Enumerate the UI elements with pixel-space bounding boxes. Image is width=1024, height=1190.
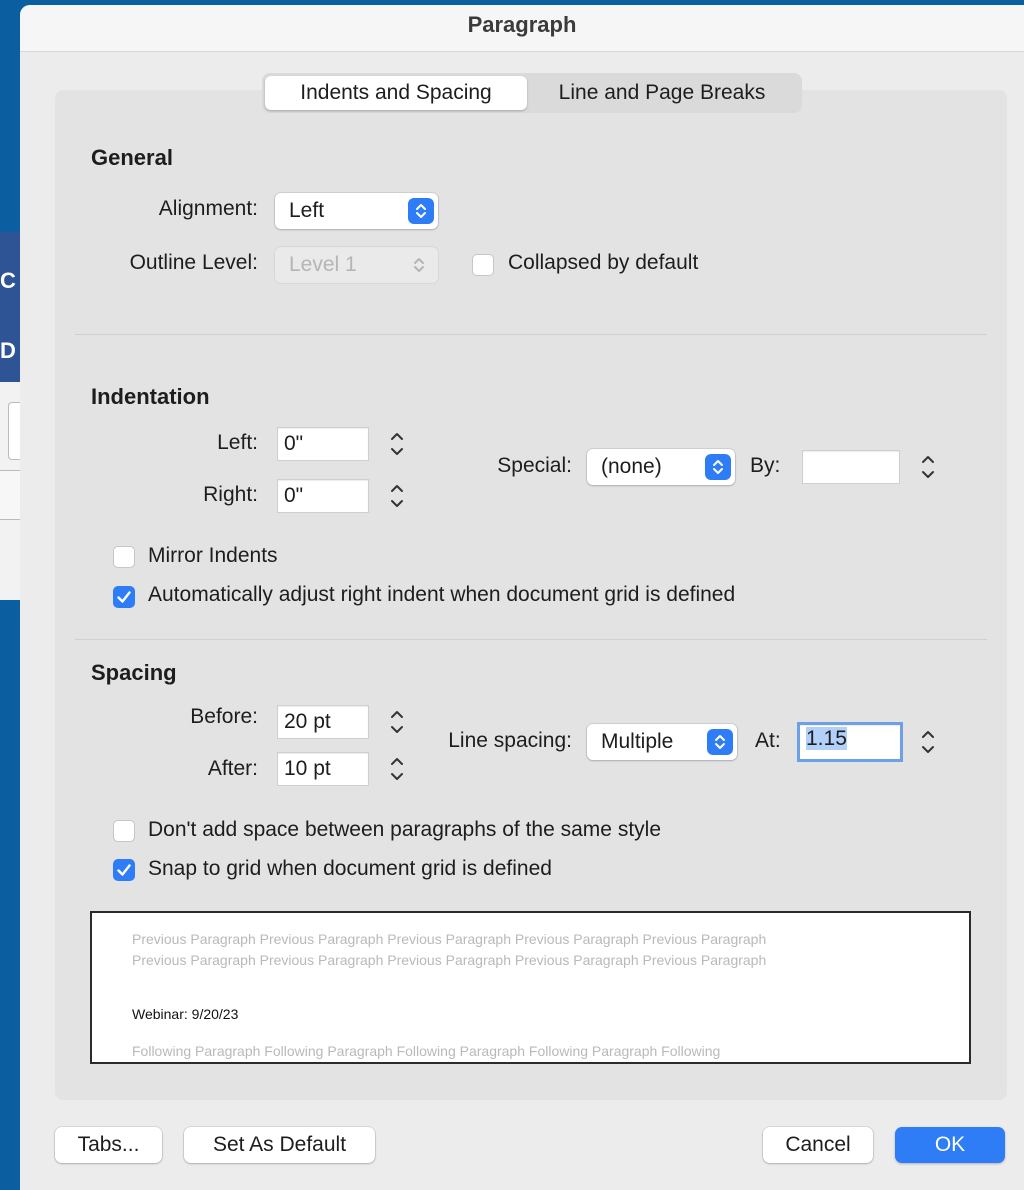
stepper-icon	[391, 485, 403, 507]
tab-control: Indents and Spacing Line and Page Breaks	[262, 73, 802, 113]
stepper-icon	[922, 731, 934, 753]
auto-adjust-label: Automatically adjust right indent when d…	[148, 583, 736, 606]
stepper-icon	[391, 758, 403, 780]
auto-adjust-checkbox[interactable]	[113, 586, 135, 608]
chevron-up-down-icon	[408, 198, 434, 224]
checkmark-icon	[117, 864, 131, 876]
preview-previous-paragraph: Previous Paragraph Previous Paragraph Pr…	[132, 931, 767, 947]
collapsed-by-default-checkbox[interactable]	[472, 254, 494, 276]
indent-left-field[interactable]: 0"	[277, 427, 369, 461]
spacing-after-stepper[interactable]	[386, 751, 408, 787]
stepper-icon	[391, 433, 403, 455]
at-label: At:	[755, 729, 781, 752]
collapsed-by-default-label: Collapsed by default	[508, 251, 699, 274]
alignment-value: Left	[289, 199, 325, 222]
chevron-up-down-icon	[406, 252, 432, 278]
preview-following-paragraph: Following Paragraph Following Paragraph …	[132, 1043, 721, 1059]
by-stepper[interactable]	[917, 449, 939, 485]
background-app-text: D	[0, 338, 16, 363]
tabs-button[interactable]: Tabs...	[55, 1127, 162, 1163]
snap-to-grid-label: Snap to grid when document grid is defin…	[148, 857, 552, 880]
special-value: (none)	[601, 455, 662, 478]
mirror-indents-label: Mirror Indents	[148, 544, 278, 567]
spacing-heading: Spacing	[91, 660, 177, 685]
line-spacing-value: Multiple	[601, 730, 674, 753]
indent-right-field[interactable]: 0"	[277, 479, 369, 513]
set-as-default-button[interactable]: Set As Default	[184, 1127, 375, 1163]
stepper-icon	[391, 711, 403, 733]
by-field[interactable]	[802, 450, 900, 484]
preview-current-paragraph: Webinar: 9/20/23	[132, 1006, 239, 1022]
spacing-before-field[interactable]: 20 pt	[277, 705, 369, 739]
dont-add-space-checkbox[interactable]	[113, 820, 135, 842]
special-label: Special:	[497, 454, 572, 477]
snap-to-grid-checkbox[interactable]	[113, 859, 135, 881]
indentation-heading: Indentation	[91, 384, 210, 409]
tab-indents-and-spacing[interactable]: Indents and Spacing	[265, 76, 527, 110]
by-label: By:	[750, 454, 781, 477]
section-divider	[75, 639, 987, 640]
at-field[interactable]: 1.15	[797, 722, 903, 762]
general-heading: General	[91, 145, 173, 170]
line-spacing-label: Line spacing:	[448, 729, 572, 752]
outline-level-label: Outline Level:	[129, 251, 258, 274]
at-value: 1.15	[806, 727, 847, 750]
alignment-popup[interactable]: Left	[275, 193, 438, 229]
section-divider	[75, 334, 987, 335]
indent-right-stepper[interactable]	[386, 478, 408, 514]
mirror-indents-checkbox[interactable]	[113, 546, 135, 568]
stepper-icon	[922, 456, 934, 478]
spacing-before-stepper[interactable]	[386, 704, 408, 740]
alignment-label: Alignment:	[158, 197, 258, 220]
background-app-text: C	[0, 268, 16, 293]
preview-previous-paragraph: Previous Paragraph Previous Paragraph Pr…	[132, 952, 767, 968]
cancel-button[interactable]: Cancel	[763, 1127, 873, 1163]
spacing-after-label: After:	[207, 757, 258, 780]
ok-button[interactable]: OK	[895, 1127, 1005, 1163]
dont-add-space-label: Don't add space between paragraphs of th…	[148, 818, 661, 841]
at-stepper[interactable]	[917, 724, 939, 760]
special-popup[interactable]: (none)	[587, 449, 735, 485]
line-spacing-popup[interactable]: Multiple	[587, 724, 737, 760]
indent-right-label: Right:	[203, 483, 258, 506]
tab-line-and-page-breaks[interactable]: Line and Page Breaks	[527, 76, 797, 110]
outline-level-popup[interactable]: Level 1	[275, 247, 438, 283]
outline-level-value: Level 1	[289, 253, 357, 276]
chevron-up-down-icon	[707, 729, 733, 755]
spacing-before-label: Before:	[190, 705, 258, 728]
indent-left-label: Left:	[217, 431, 258, 454]
dialog-title: Paragraph	[467, 12, 577, 37]
checkmark-icon	[117, 591, 131, 603]
chevron-up-down-icon	[705, 454, 731, 480]
indent-left-stepper[interactable]	[386, 426, 408, 462]
background-app-ruler	[0, 470, 20, 520]
spacing-after-field[interactable]: 10 pt	[277, 752, 369, 786]
paragraph-preview: Previous Paragraph Previous Paragraph Pr…	[90, 911, 971, 1064]
